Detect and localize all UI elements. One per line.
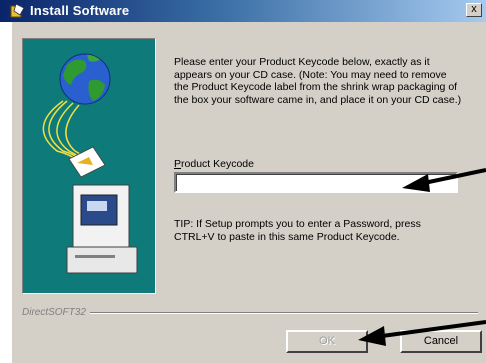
- instructions-text: Please enter your Product Keycode below,…: [174, 56, 462, 106]
- tip-text: TIP: If Setup prompts you to enter a Pas…: [174, 218, 421, 243]
- ok-button[interactable]: OK: [286, 330, 368, 353]
- setup-app-icon: [10, 3, 26, 19]
- keycode-label-accelerator: P: [174, 158, 182, 170]
- computer-icon: [66, 184, 138, 274]
- globe-icon: [59, 53, 111, 105]
- cancel-button[interactable]: Cancel: [400, 330, 482, 353]
- keycode-label: Product Keycode: [174, 158, 254, 170]
- product-keycode-input[interactable]: [174, 172, 458, 193]
- keycode-label-rest: roduct Keycode: [181, 158, 254, 170]
- envelope-icon: [68, 146, 106, 178]
- window-left-edge: [0, 22, 12, 363]
- brand-label: DirectSOFT32: [22, 307, 90, 318]
- window-title: Install Software: [30, 3, 130, 18]
- install-dialog: Install Software x Please enter your Pro…: [0, 0, 486, 363]
- close-button[interactable]: x: [466, 3, 482, 17]
- etched-divider: [22, 312, 478, 314]
- setup-illustration: [22, 38, 156, 294]
- title-bar[interactable]: Install Software x: [0, 0, 486, 22]
- brand-separator: DirectSOFT32: [22, 307, 478, 318]
